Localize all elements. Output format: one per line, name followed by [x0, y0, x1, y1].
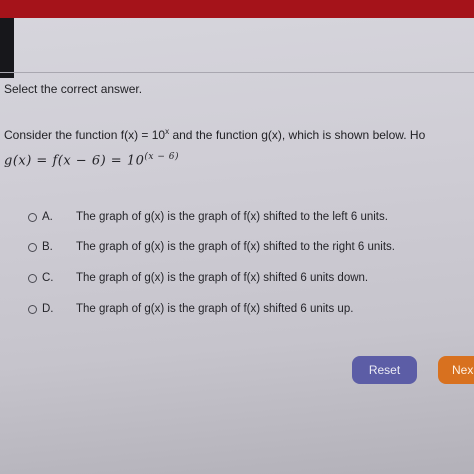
equation-text: g(x) = f(x − 6) = 10 — [4, 153, 145, 169]
option-b-text: The graph of g(x) is the graph of f(x) s… — [76, 241, 395, 253]
option-c-radio[interactable] — [28, 273, 37, 283]
option-d[interactable]: D. The graph of g(x) is the graph of f(x… — [28, 300, 353, 318]
browser-top-bar — [0, 0, 474, 18]
option-b[interactable]: B. The graph of g(x) is the graph of f(x… — [28, 238, 395, 256]
option-b-radio[interactable] — [28, 242, 37, 252]
left-edge-shadow — [0, 18, 14, 78]
equation-exponent: (x − 6) — [144, 152, 179, 162]
function-g: g(x) — [261, 128, 282, 142]
function-f: f(x) = 10 — [120, 128, 166, 142]
option-d-letter: D. — [42, 303, 54, 315]
option-c[interactable]: C. The graph of g(x) is the graph of f(x… — [28, 269, 368, 287]
question-middle: and the function — [169, 128, 262, 142]
option-c-letter: C. — [42, 272, 54, 284]
option-a[interactable]: A. The graph of g(x) is the graph of f(x… — [28, 208, 388, 226]
question-text: Consider the function f(x) = 10x and the… — [4, 127, 425, 142]
option-d-radio[interactable] — [28, 304, 37, 314]
header-divider — [0, 72, 474, 73]
question-suffix: , which is shown below. Ho — [281, 128, 426, 142]
option-b-letter: B. — [42, 241, 53, 253]
equation: g(x) = f(x − 6) = 10(x − 6) — [4, 152, 179, 168]
option-d-text: The graph of g(x) is the graph of f(x) s… — [76, 303, 354, 315]
next-button[interactable]: Nex — [438, 356, 474, 384]
option-a-radio[interactable] — [28, 212, 37, 222]
option-a-text: The graph of g(x) is the graph of f(x) s… — [76, 211, 388, 223]
option-a-letter: A. — [42, 211, 53, 223]
reset-button[interactable]: Reset — [352, 356, 417, 384]
option-c-text: The graph of g(x) is the graph of f(x) s… — [76, 272, 369, 284]
instruction-text: Select the correct answer. — [4, 82, 143, 96]
question-prefix: Consider the function — [4, 128, 121, 142]
